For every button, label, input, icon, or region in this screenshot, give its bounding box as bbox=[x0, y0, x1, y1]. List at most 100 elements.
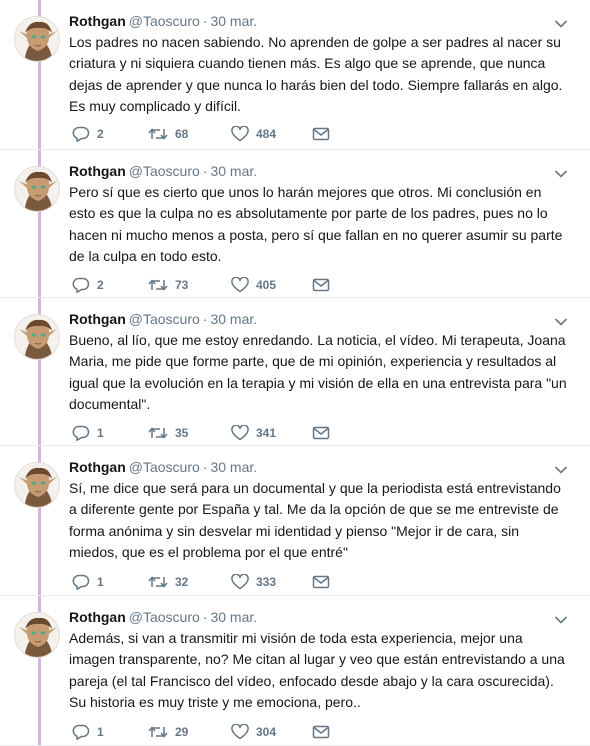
retweet-button[interactable]: 68 bbox=[148, 124, 188, 144]
tweet-header: Rothgan @Taoscuro · 30 mar. bbox=[69, 162, 257, 180]
tweet-timestamp[interactable]: 30 mar. bbox=[210, 459, 257, 475]
tweet-header: Rothgan @Taoscuro · 30 mar. bbox=[69, 12, 257, 30]
tweet-text-line: de la culpa en todo esto. bbox=[69, 248, 222, 265]
tweet-text-line: imagen transparente, no? Me citan al lug… bbox=[69, 651, 565, 668]
username[interactable]: @Taoscuro bbox=[129, 13, 200, 29]
like-button[interactable]: 333 bbox=[231, 572, 276, 592]
reply-button[interactable]: 1 bbox=[72, 572, 104, 592]
heart-icon bbox=[231, 277, 249, 293]
reply-count: 2 bbox=[97, 278, 104, 292]
username[interactable]: @Taoscuro bbox=[129, 163, 200, 179]
envelope-icon bbox=[312, 725, 330, 739]
tweet-text-line: Maria, me pide que forme parte, que de m… bbox=[69, 353, 557, 370]
chevron-down-icon[interactable] bbox=[554, 314, 568, 326]
reply-button[interactable]: 1 bbox=[72, 722, 104, 742]
username[interactable]: @Taoscuro bbox=[129, 311, 200, 327]
separator-dot: · bbox=[202, 163, 208, 179]
display-name[interactable]: Rothgan bbox=[69, 609, 126, 625]
display-name[interactable]: Rothgan bbox=[69, 459, 126, 475]
tweet-text-line: Su historia es muy triste y me emociona,… bbox=[69, 694, 361, 711]
tweet-text-line: esto es que la culpa no es absolutamente… bbox=[69, 205, 548, 222]
like-count: 333 bbox=[256, 575, 277, 589]
tweet-actions: 1 29 304 bbox=[69, 722, 369, 742]
retweet-count: 35 bbox=[175, 426, 189, 440]
username[interactable]: @Taoscuro bbox=[129, 609, 200, 625]
retweet-icon bbox=[148, 576, 168, 588]
like-button[interactable]: 304 bbox=[231, 722, 276, 742]
tweet-text: Pero sí que es cierto que unos lo harán … bbox=[69, 182, 574, 268]
retweet-button[interactable]: 73 bbox=[148, 275, 188, 295]
tweet-text-line: miedos, que es el problema por el que en… bbox=[69, 544, 348, 561]
tweet-text-line: Pero sí que es cierto que unos lo harán … bbox=[69, 184, 542, 200]
tweet[interactable]: Rothgan @Taoscuro · 30 mar. Además, si van … bbox=[0, 596, 590, 746]
retweet-icon bbox=[148, 427, 168, 439]
tweet-header: Rothgan @Taoscuro · 30 mar. bbox=[69, 458, 257, 476]
direct-message-button[interactable] bbox=[312, 275, 330, 295]
tweet[interactable]: Rothgan @Taoscuro · 30 mar. Los padres no n… bbox=[0, 0, 590, 150]
avatar[interactable] bbox=[14, 166, 60, 212]
tweet-text-line: dejas de aprender y que nunca lo harás b… bbox=[69, 76, 563, 93]
display-name[interactable]: Rothgan bbox=[69, 311, 126, 327]
reply-count: 1 bbox=[97, 725, 104, 739]
heart-icon bbox=[231, 724, 249, 740]
direct-message-button[interactable] bbox=[312, 722, 330, 742]
tweet-text-line: criatura y ni siquiera cuando tienen más… bbox=[69, 55, 546, 72]
reply-button[interactable]: 2 bbox=[72, 275, 104, 295]
tweet-text-line: Es muy complicado y difícil. bbox=[69, 98, 241, 115]
reply-icon bbox=[72, 574, 90, 590]
retweet-icon bbox=[148, 726, 168, 738]
tweet-text-line: Sí, me dice que será para un documental … bbox=[69, 480, 561, 496]
display-name[interactable]: Rothgan bbox=[69, 163, 126, 179]
direct-message-button[interactable] bbox=[312, 423, 330, 443]
reply-icon bbox=[72, 277, 90, 293]
chevron-down-icon[interactable] bbox=[554, 16, 568, 28]
envelope-icon bbox=[312, 127, 330, 141]
chevron-down-icon[interactable] bbox=[554, 166, 568, 178]
like-button[interactable]: 405 bbox=[231, 275, 276, 295]
tweet-text-line: a diferente gente por España y tal. Me d… bbox=[69, 501, 559, 518]
reply-icon bbox=[72, 126, 90, 142]
direct-message-button[interactable] bbox=[312, 124, 330, 144]
heart-icon bbox=[231, 425, 249, 441]
retweet-icon bbox=[148, 279, 168, 291]
retweet-button[interactable]: 35 bbox=[148, 423, 188, 443]
tweet-timestamp[interactable]: 30 mar. bbox=[210, 609, 257, 625]
heart-icon bbox=[231, 126, 249, 142]
avatar[interactable] bbox=[14, 16, 60, 62]
tweet-timestamp[interactable]: 30 mar. bbox=[210, 311, 257, 327]
tweet-timestamp[interactable]: 30 mar. bbox=[210, 13, 257, 29]
avatar-illustration bbox=[15, 613, 59, 657]
tweet[interactable]: Rothgan @Taoscuro · 30 mar. Sí, me dice que… bbox=[0, 446, 590, 596]
avatar[interactable] bbox=[14, 612, 60, 658]
reply-icon bbox=[72, 724, 90, 740]
username[interactable]: @Taoscuro bbox=[129, 459, 200, 475]
avatar-illustration bbox=[15, 167, 59, 211]
chevron-down-icon[interactable] bbox=[554, 462, 568, 474]
retweet-count: 29 bbox=[175, 725, 189, 739]
tweet[interactable]: Rothgan @Taoscuro · 30 mar. Bueno, al lío, … bbox=[0, 298, 590, 446]
avatar[interactable] bbox=[14, 462, 60, 508]
avatar-illustration bbox=[15, 315, 59, 359]
envelope-icon bbox=[312, 575, 330, 589]
like-button[interactable]: 341 bbox=[231, 423, 276, 443]
reply-button[interactable]: 2 bbox=[72, 124, 104, 144]
direct-message-button[interactable] bbox=[312, 572, 330, 592]
reply-count: 1 bbox=[97, 426, 104, 440]
like-count: 304 bbox=[256, 725, 277, 739]
chevron-down-icon[interactable] bbox=[554, 612, 568, 624]
envelope-icon bbox=[312, 278, 330, 292]
tweet-text-line: Los padres no nacen sabiendo. No aprende… bbox=[69, 34, 561, 50]
like-count: 484 bbox=[256, 127, 277, 141]
like-count: 341 bbox=[256, 426, 277, 440]
like-button[interactable]: 484 bbox=[231, 124, 276, 144]
tweet-timestamp[interactable]: 30 mar. bbox=[210, 163, 257, 179]
retweet-button[interactable]: 32 bbox=[148, 572, 188, 592]
tweet-header: Rothgan @Taoscuro · 30 mar. bbox=[69, 608, 257, 626]
display-name[interactable]: Rothgan bbox=[69, 13, 126, 29]
tweet-header: Rothgan @Taoscuro · 30 mar. bbox=[69, 310, 257, 328]
reply-button[interactable]: 1 bbox=[72, 423, 104, 443]
tweet[interactable]: Rothgan @Taoscuro · 30 mar. Pero sí que es … bbox=[0, 150, 590, 298]
retweet-button[interactable]: 29 bbox=[148, 722, 188, 742]
retweet-icon bbox=[148, 128, 168, 140]
avatar[interactable] bbox=[14, 314, 60, 360]
